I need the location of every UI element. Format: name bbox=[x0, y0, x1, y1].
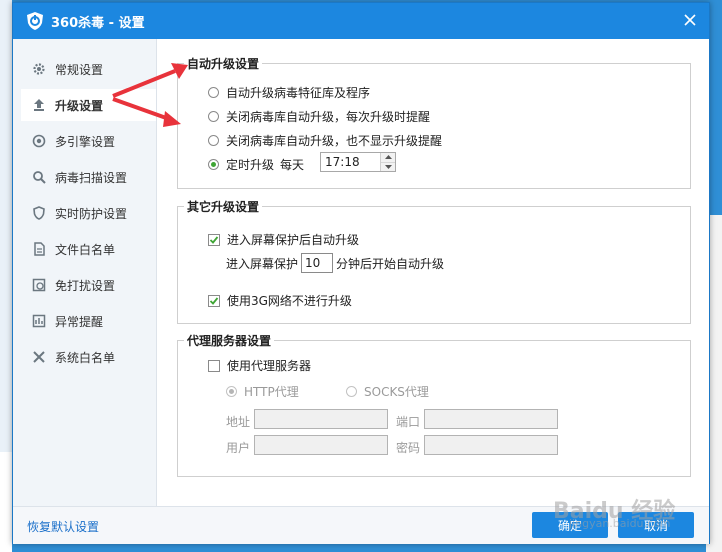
annotation-arrows bbox=[112, 63, 188, 127]
watermark-url: jingyan.baidu.com bbox=[569, 517, 671, 530]
background-app-bottom bbox=[0, 452, 12, 552]
settings-dialog: 360杀毒 - 设置 常规设置 升级设置 多引擎设置 病毒扫描设置 实时防护设置… bbox=[12, 2, 710, 544]
restore-defaults-link[interactable]: 恢复默认设置 bbox=[27, 518, 99, 535]
